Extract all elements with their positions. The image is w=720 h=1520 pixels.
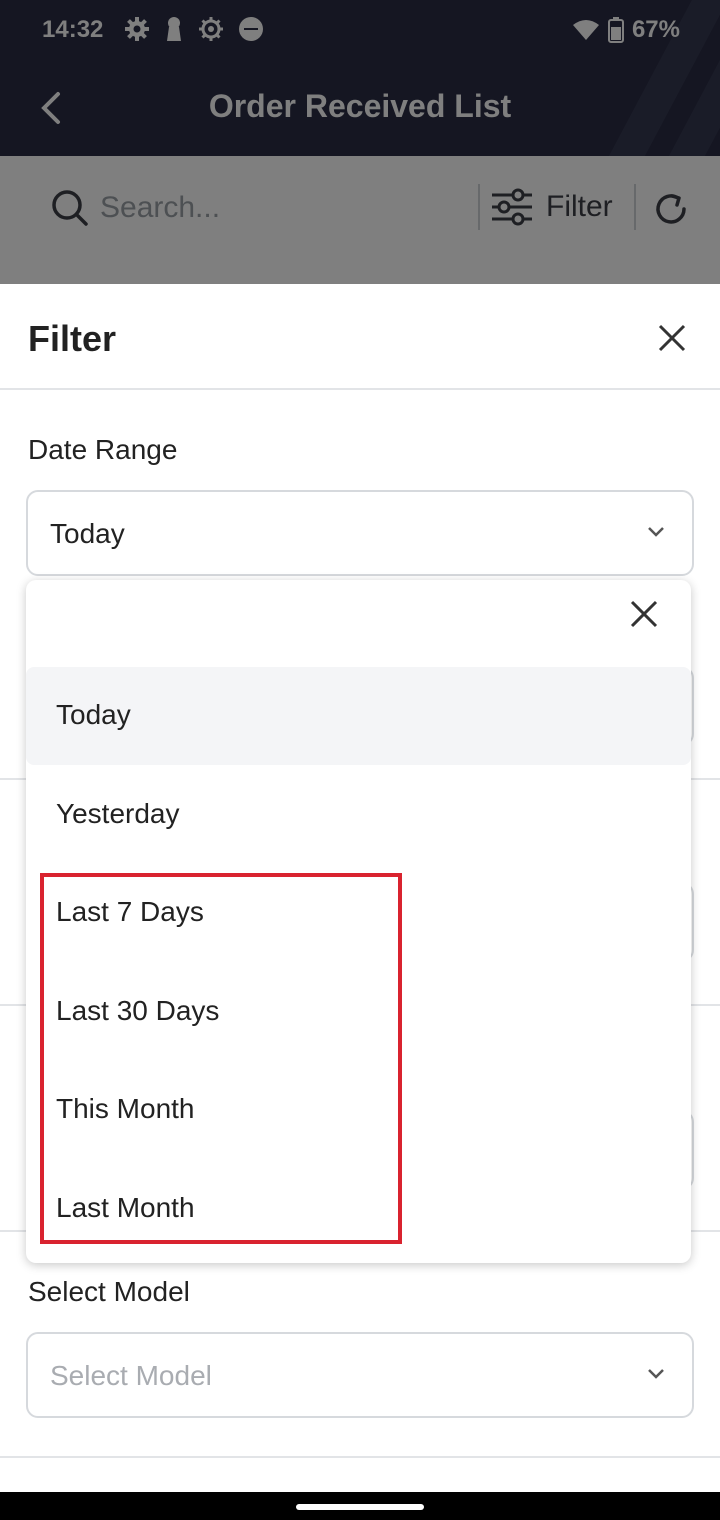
option-label: Today bbox=[56, 699, 131, 730]
option-label: Yesterday bbox=[56, 798, 180, 829]
home-handle[interactable] bbox=[296, 1504, 424, 1510]
date-range-select[interactable]: Today bbox=[26, 490, 694, 576]
chevron-down-icon bbox=[648, 1369, 664, 1379]
highlight-box bbox=[40, 873, 402, 1244]
select-model-placeholder: Select Model bbox=[50, 1360, 212, 1391]
chevron-down-icon bbox=[648, 527, 664, 537]
option-yesterday[interactable]: Yesterday bbox=[26, 766, 691, 864]
modal-scrim[interactable] bbox=[0, 0, 720, 284]
date-range-label: Date Range bbox=[28, 434, 178, 465]
close-icon[interactable] bbox=[654, 320, 690, 356]
sheet-title: Filter bbox=[28, 318, 117, 359]
divider bbox=[0, 388, 720, 390]
select-model-select[interactable]: Select Model bbox=[26, 1332, 694, 1418]
date-range-value: Today bbox=[50, 518, 125, 549]
select-model-label: Select Model bbox=[28, 1276, 190, 1307]
navigation-bar bbox=[0, 1492, 720, 1520]
close-icon[interactable] bbox=[628, 598, 660, 630]
divider bbox=[0, 1456, 720, 1458]
option-today[interactable]: Today bbox=[26, 667, 691, 765]
